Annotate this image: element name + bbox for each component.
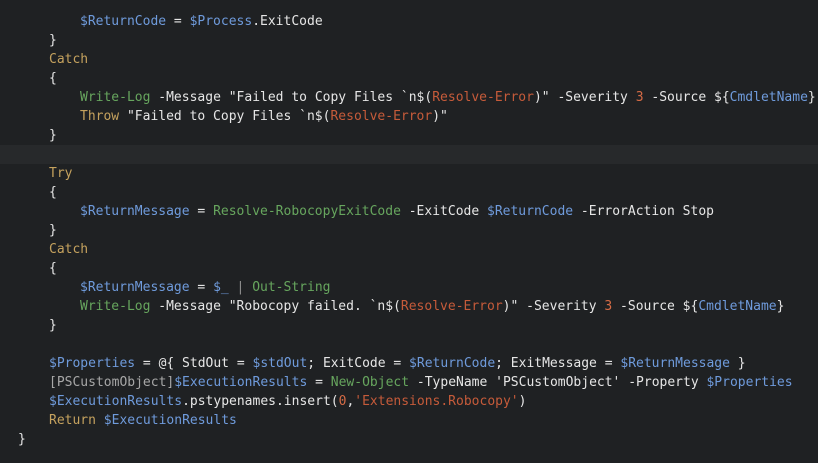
code-token: Resolve-RobocopyExitCode [213, 204, 401, 219]
code-token: -TypeName [409, 375, 496, 390]
code-token: $ReturnMessage [80, 204, 190, 219]
code-token: $stdOut [252, 356, 308, 371]
code-token: Throw [80, 109, 120, 124]
code-line[interactable]: Catch [0, 240, 818, 259]
code-token: $ReturnMessage [620, 356, 730, 371]
code-token: Write-Log [80, 90, 151, 105]
code-token: ; ExitMessage = [495, 356, 621, 371]
code-token: $ReturnCode [80, 14, 167, 29]
code-token: { [49, 185, 57, 200]
code-token: { [49, 71, 57, 86]
code-token: 'PSCustomObject' [495, 375, 621, 390]
code-line[interactable]: $Properties = @{ StdOut = $stdOut; ExitC… [0, 354, 818, 373]
code-token: } [49, 128, 57, 143]
code-token: [PSCustomObject] [49, 375, 175, 390]
code-token: $ExecutionResults [174, 375, 308, 390]
code-token: $ExecutionResults [49, 394, 183, 409]
code-token: Catch [49, 242, 89, 257]
code-token: = [189, 204, 214, 219]
code-token: $Process [189, 14, 253, 29]
code-token: .pstypenames.insert( [182, 394, 339, 409]
code-token: Catch [49, 52, 89, 67]
code-token: -Message "Failed to Copy Files `n$( [150, 90, 433, 105]
code-token: = [189, 280, 214, 295]
code-line[interactable]: { [0, 69, 818, 88]
code-line[interactable]: } [0, 316, 818, 335]
code-token: $ExecutionResults [103, 413, 237, 428]
code-token: Resolve-Error [330, 109, 433, 124]
code-line[interactable]: Throw "Failed to Copy Files `n$(Resolve-… [0, 107, 818, 126]
code-token: Try [49, 166, 73, 181]
current-line[interactable] [0, 145, 818, 164]
code-token: Resolve-Error [432, 90, 534, 105]
code-token: ) [518, 394, 527, 409]
code-line[interactable]: Catch [0, 50, 818, 69]
code-token: } [776, 299, 785, 314]
code-token: = @{ StdOut = [135, 356, 253, 371]
code-token: $ReturnMessage [80, 280, 190, 295]
code-line[interactable]: [PSCustomObject]$ExecutionResults = New-… [0, 373, 818, 392]
code-token: )" [432, 109, 448, 124]
code-token: )" -Severity [533, 90, 636, 105]
code-token: = [166, 14, 190, 29]
code-token: 'Extensions.Robocopy' [354, 394, 519, 409]
code-token: New-Object [330, 375, 410, 390]
code-line[interactable]: } [0, 221, 818, 240]
code-token: ; ExitCode = [307, 356, 410, 371]
code-token: } [49, 318, 57, 333]
code-line[interactable]: } [0, 126, 818, 145]
code-line[interactable]: $ExecutionResults.pstypenames.insert(0,'… [0, 392, 818, 411]
code-line[interactable]: Write-Log -Message "Failed to Copy Files… [0, 88, 818, 107]
code-token: $Properties [706, 375, 793, 390]
code-token: Out-String [252, 280, 331, 295]
code-token: } [729, 356, 746, 371]
code-line[interactable]: $ReturnMessage = $_ | Out-String [0, 278, 818, 297]
code-token: } [49, 33, 57, 48]
code-token: CmdletName [698, 299, 777, 314]
code-token: } [18, 432, 26, 447]
code-token: $ReturnCode [487, 204, 574, 219]
code-line[interactable]: $ReturnCode = $Process.ExitCode [0, 12, 818, 31]
code-token: -Source ${ [643, 90, 730, 105]
code-line[interactable]: { [0, 183, 818, 202]
code-token: -ErrorAction Stop [573, 204, 714, 219]
code-token: $Properties [49, 356, 136, 371]
code-token: )" -Severity [502, 299, 605, 314]
code-token: -Property [620, 375, 707, 390]
code-line[interactable]: $ReturnMessage = Resolve-RobocopyExitCod… [0, 202, 818, 221]
code-line[interactable]: } [0, 430, 818, 449]
code-token: -Source ${ [612, 299, 699, 314]
code-line[interactable]: Write-Log -Message "Robocopy failed. `n$… [0, 297, 818, 316]
code-token: CmdletName [729, 90, 808, 105]
code-token: Write-Log [80, 299, 151, 314]
code-token: -ExitCode [400, 204, 487, 219]
code-line[interactable]: Return $ExecutionResults [0, 411, 818, 430]
code-token: = [307, 375, 331, 390]
code-line[interactable]: { [0, 259, 818, 278]
code-line[interactable] [0, 335, 818, 354]
code-token: $_ [213, 280, 229, 295]
code-token: "Failed to Copy Files `n$( [119, 109, 331, 124]
code-token: { [49, 261, 57, 276]
code-token: Return [49, 413, 96, 428]
code-token: -Message "Robocopy failed. `n$( [150, 299, 401, 314]
code-token: } [807, 90, 816, 105]
code-line[interactable]: } [0, 31, 818, 50]
code-editor[interactable]: $ReturnCode = $Process.ExitCode} Catch { Wr… [0, 0, 818, 463]
code-token: 3 [635, 90, 644, 105]
code-token: .ExitCode [252, 14, 323, 29]
code-line[interactable]: Try [0, 164, 818, 183]
code-token: Resolve-Error [400, 299, 503, 314]
code-token: } [49, 223, 57, 238]
code-token: $ReturnCode [409, 356, 496, 371]
